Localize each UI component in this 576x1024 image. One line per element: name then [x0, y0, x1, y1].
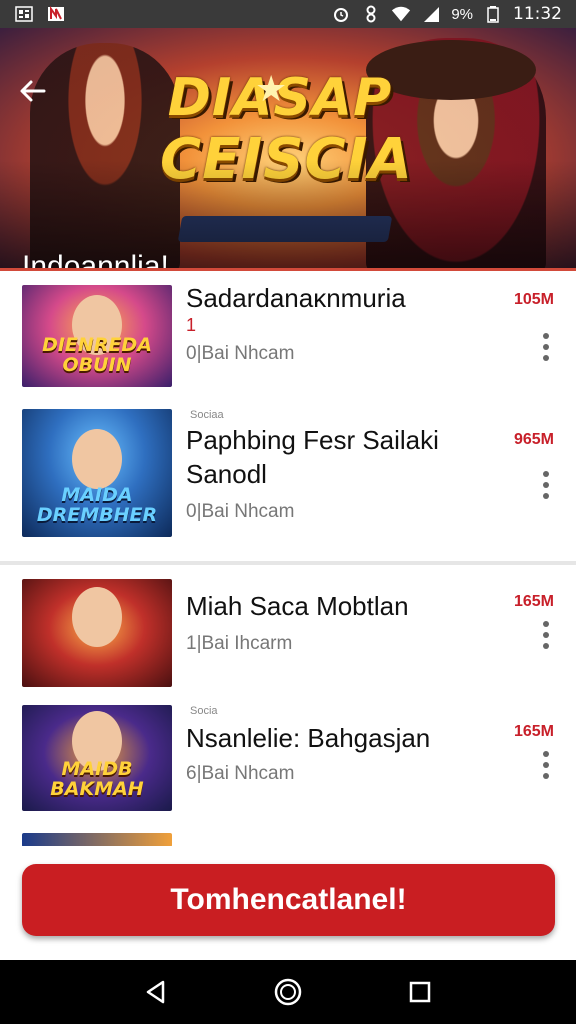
list-item[interactable]: [0, 831, 576, 846]
list-item[interactable]: Socia MAIDB BAKMAH Nsanlelie: Bahgasjan …: [0, 695, 576, 823]
list-item[interactable]: Sociaa MAIDA DREMBHER Paphbing Fesr Sail…: [0, 399, 576, 559]
system-nav-bar: [0, 960, 576, 1024]
item-title: Miah Saca Mobtlan: [186, 591, 409, 621]
more-options-button[interactable]: [538, 333, 554, 361]
back-icon: [146, 980, 165, 1004]
item-thumbnail[interactable]: DIENREDA OBUIN: [22, 285, 172, 387]
star-icon: ★: [255, 68, 288, 109]
app-list[interactable]: DIENREDA OBUIN Sadardanaĸnmuria 1 0|Bai …: [0, 271, 576, 846]
item-category: Sociaa: [190, 409, 224, 421]
alarm-icon: [331, 6, 351, 22]
more-options-button[interactable]: [538, 751, 554, 779]
item-thumbnail[interactable]: [22, 833, 172, 846]
hero-subtitle: Indoannlia!: [22, 250, 169, 270]
wifi-icon: [391, 6, 411, 22]
item-size: 965M: [513, 431, 554, 448]
thumbnail-character: [72, 429, 122, 489]
hero-banner: DIASAP CEISCIA ★ Indoannlia!: [0, 28, 576, 270]
clock: 11:32: [513, 4, 562, 24]
thumbnail-title: DIENREDA OBUIN: [42, 334, 152, 376]
list-item[interactable]: DIENREDA OBUIN Sadardanaĸnmuria 1 0|Bai …: [0, 271, 576, 399]
app-notification-icon: [46, 6, 66, 22]
item-meta: 0|Bai Nhcam: [186, 343, 295, 364]
item-size: 165M: [513, 723, 554, 740]
item-thumbnail[interactable]: [22, 579, 172, 687]
battery-icon: [483, 6, 503, 23]
signal-icon: [421, 6, 441, 22]
more-options-button[interactable]: [538, 621, 554, 649]
item-marker: 1: [186, 315, 197, 335]
item-title: Paphbing Fesr Sailaki Sanodl: [186, 425, 439, 489]
item-title: Sadardanaĸnmuria: [186, 283, 406, 313]
item-meta: 1|Bai Ihcarm: [186, 633, 293, 654]
nav-back-button[interactable]: [136, 972, 176, 1012]
vibrate-icon: [361, 5, 381, 23]
item-meta: 0|Bai Nhcam: [186, 501, 295, 522]
back-button[interactable]: [18, 76, 52, 110]
item-category: Socia: [190, 705, 218, 717]
item-size: 165M: [513, 593, 554, 610]
nav-home-button[interactable]: [268, 972, 308, 1012]
item-title: Nsanlelie: Bahgasjan: [186, 723, 431, 753]
status-bar: 9% 11:32: [0, 0, 576, 28]
home-icon: [274, 978, 302, 1006]
qr-code-icon: [14, 6, 34, 22]
recents-icon: [409, 981, 431, 1003]
thumbnail-title: MAIDB BAKMAH: [50, 758, 144, 800]
list-item[interactable]: Miah Saca Mobtlan 1|Bai Ihcarm 165M: [0, 567, 576, 695]
section-divider: [0, 561, 576, 565]
item-size: 105M: [513, 291, 554, 308]
thumbnail-character: [72, 587, 122, 647]
battery-text: 9%: [451, 5, 473, 23]
more-options-button[interactable]: [538, 471, 554, 499]
primary-action-button[interactable]: Tomhencatlanel!: [22, 864, 555, 936]
item-meta: 6|Bai Nhcam: [186, 763, 295, 784]
thumbnail-title: MAIDA DREMBHER: [36, 484, 158, 526]
item-thumbnail[interactable]: MAIDB BAKMAH: [22, 705, 172, 811]
arrow-left-icon: [20, 80, 46, 102]
item-thumbnail[interactable]: MAIDA DREMBHER: [22, 409, 172, 537]
nav-recents-button[interactable]: [400, 972, 440, 1012]
